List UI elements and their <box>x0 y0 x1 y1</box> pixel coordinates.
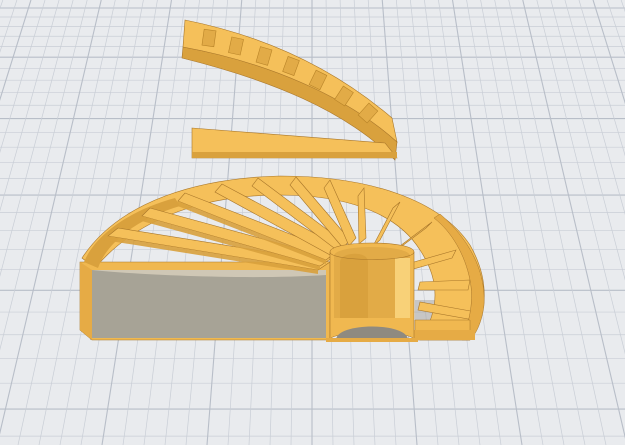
grid-line-vertical <box>0 0 74 277</box>
grid-line-vertical <box>367 0 397 445</box>
grid-line-vertical <box>451 0 523 445</box>
3d-viewport[interactable] <box>0 0 625 445</box>
grid-line-vertical <box>0 0 32 101</box>
grid-line-vertical <box>0 0 46 153</box>
grid-line-vertical <box>620 0 625 13</box>
grid-line-vertical <box>592 0 625 105</box>
grid-line-vertical <box>466 0 544 445</box>
grid-line-vertical <box>564 0 625 216</box>
grid-line-vertical <box>0 0 102 435</box>
grid-line-vertical <box>0 0 4 10</box>
grid-line-vertical <box>494 0 586 445</box>
grid-line-vertical <box>508 0 607 445</box>
grid-line-vertical <box>480 0 565 445</box>
build-plate-scene[interactable] <box>0 0 625 445</box>
grid-line-vertical <box>0 0 60 212</box>
grid-line-vertical <box>17 0 116 445</box>
grid-line-vertical <box>578 0 625 157</box>
